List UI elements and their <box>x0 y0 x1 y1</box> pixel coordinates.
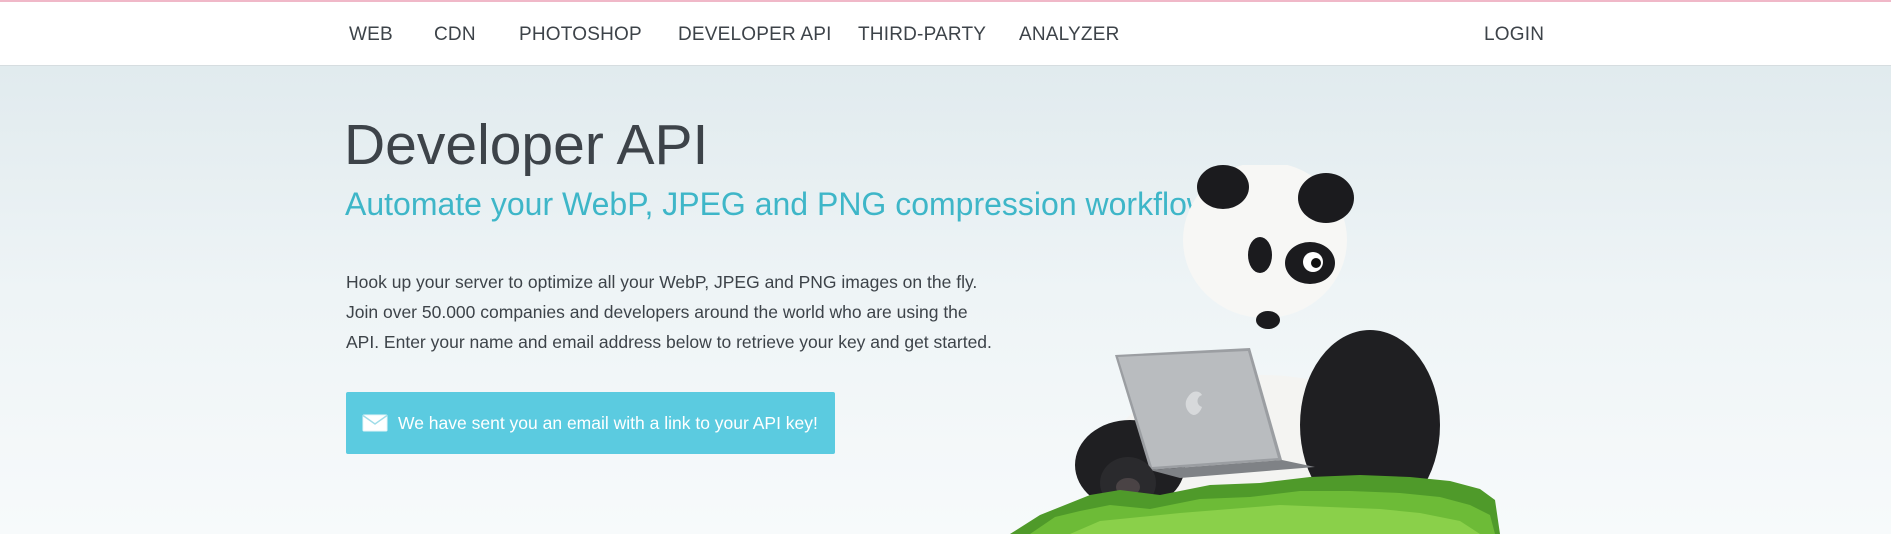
nav-item-photoshop[interactable]: PHOTOSHOP <box>519 24 642 46</box>
nav-item-cdn[interactable]: CDN <box>434 24 476 46</box>
panda-illustration <box>1010 165 1500 534</box>
nav-item-third-party[interactable]: THIRD-PARTY <box>858 24 986 46</box>
alert-text: We have sent you an email with a link to… <box>398 412 818 433</box>
description-line: API. Enter your name and email address b… <box>346 332 992 352</box>
top-navigation: WEB CDN PHOTOSHOP DEVELOPER API THIRD-PA… <box>0 2 1891 66</box>
nav-item-web[interactable]: WEB <box>349 24 393 46</box>
nav-item-analyzer[interactable]: ANALYZER <box>1019 24 1120 46</box>
hero-description: Hook up your server to optimize all your… <box>346 267 1026 357</box>
nav-item-developer-api[interactable]: DEVELOPER API <box>678 24 832 46</box>
mail-icon <box>362 414 388 432</box>
description-line: Hook up your server to optimize all your… <box>346 272 978 292</box>
login-link[interactable]: LOGIN <box>1484 24 1544 46</box>
api-key-sent-alert: We have sent you an email with a link to… <box>346 392 835 454</box>
page-title: Developer API <box>344 113 709 177</box>
description-line: Join over 50.000 companies and developer… <box>346 302 968 322</box>
